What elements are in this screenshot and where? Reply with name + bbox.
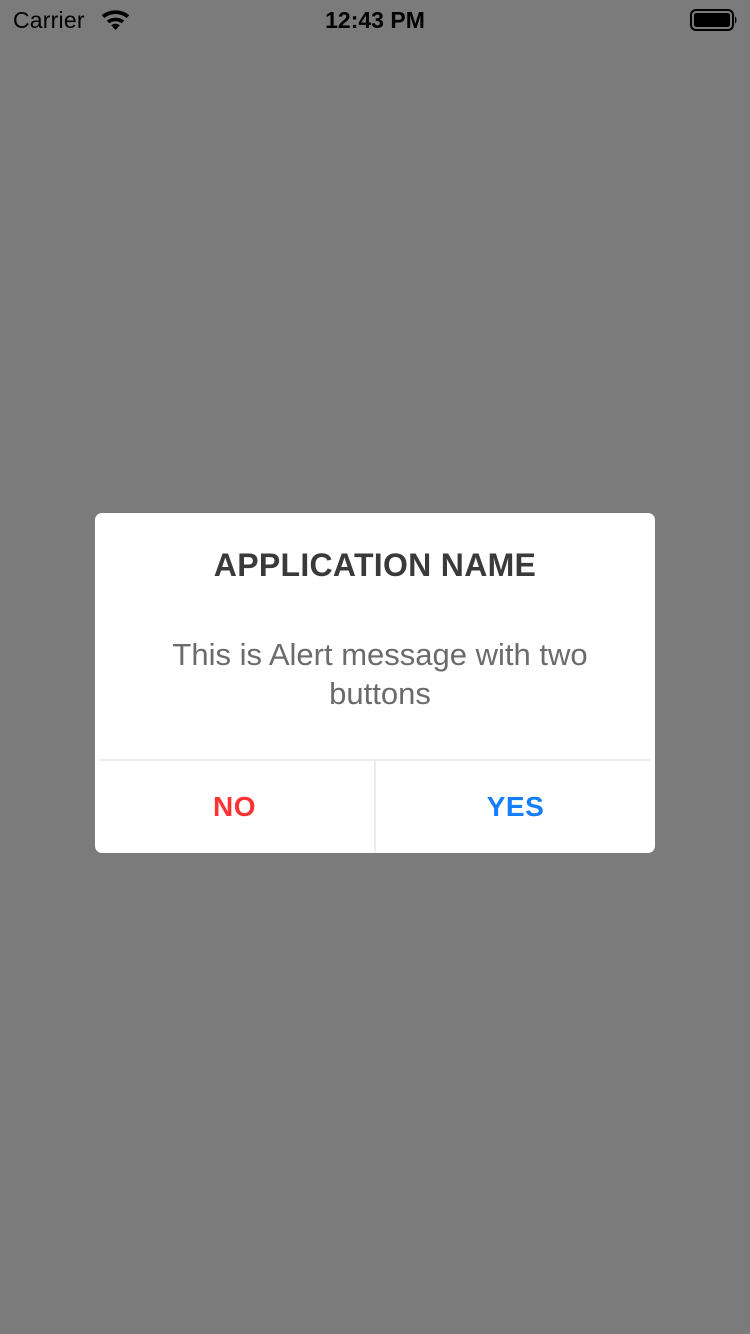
battery-icon bbox=[690, 9, 737, 31]
yes-button[interactable]: YES bbox=[376, 761, 655, 853]
alert-message: This is Alert message with two buttons bbox=[172, 637, 588, 711]
alert-title: APPLICATION NAME bbox=[213, 547, 537, 583]
status-bar: Carrier 12:43 PM bbox=[0, 0, 750, 40]
no-button[interactable]: NO bbox=[95, 761, 374, 853]
status-time: 12:43 PM bbox=[325, 7, 425, 33]
